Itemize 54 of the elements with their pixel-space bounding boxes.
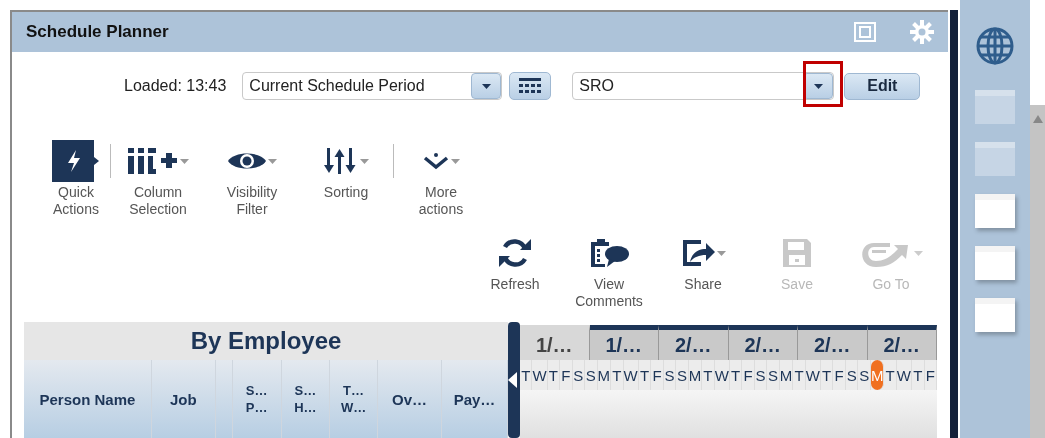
action-button[interactable]: Refresh	[468, 230, 562, 322]
week-header: 1/…	[589, 325, 659, 360]
scrollbar[interactable]	[1030, 105, 1045, 438]
column-header[interactable]: Pay…	[442, 360, 508, 438]
column-header[interactable]: T… W…	[329, 360, 379, 438]
action-button[interactable]: Share	[656, 230, 750, 322]
period-select[interactable]: Current Schedule Period	[242, 72, 503, 100]
caret-icon	[913, 250, 923, 256]
caret-icon	[813, 83, 823, 89]
column-add-icon	[127, 148, 178, 174]
layout-tile[interactable]	[975, 142, 1015, 176]
maximize-icon[interactable]	[854, 22, 876, 42]
toolbar-button[interactable]: Visibility Filter	[205, 138, 299, 218]
clipboard-comment-icon	[589, 238, 629, 268]
column-header[interactable]: Job	[151, 360, 216, 438]
caret-icon	[179, 158, 189, 164]
column-header[interactable]: Person Name	[24, 360, 152, 438]
share-icon	[680, 238, 715, 268]
sort-icon	[323, 148, 358, 174]
layout-tile[interactable]	[975, 90, 1015, 124]
column-header[interactable]: S… H…	[281, 360, 330, 438]
caret-icon	[450, 158, 460, 164]
edit-button[interactable]: Edit	[844, 72, 921, 100]
caret-icon	[481, 83, 491, 89]
globe-icon[interactable]	[975, 26, 1015, 66]
week-header: 2/…	[867, 325, 937, 360]
grid-icon	[519, 78, 542, 94]
caret-icon	[267, 158, 277, 164]
refresh-icon	[498, 238, 532, 268]
column-header[interactable]: S… P…	[232, 360, 282, 438]
lightning-icon	[52, 140, 100, 182]
view-select[interactable]: SRO	[572, 72, 835, 100]
loaded-time: Loaded: 13:43	[124, 77, 227, 95]
caret-icon	[359, 158, 369, 164]
scroll-up-icon[interactable]	[1032, 115, 1043, 123]
caret-icon	[716, 250, 726, 256]
toolbar-button[interactable]: Column Selection	[111, 138, 205, 218]
toolbar-button[interactable]: Sorting	[299, 138, 393, 201]
toolbar-button[interactable]: Quick Actions	[42, 138, 110, 218]
splitter-bar[interactable]	[950, 10, 958, 438]
arrow-left-icon	[508, 372, 517, 388]
grid-title: By Employee	[189, 326, 343, 356]
week-header: 1/…	[520, 325, 590, 360]
week-header: 2/…	[728, 325, 798, 360]
collapse-handle[interactable]	[508, 322, 520, 438]
chevron-down-icon	[422, 152, 449, 170]
week-header: 2/…	[798, 325, 868, 360]
settings-icon[interactable]	[910, 20, 934, 44]
action-button[interactable]: View Comments	[562, 230, 656, 322]
calendar-grid-button[interactable]	[509, 72, 552, 100]
toolbar-button[interactable]: More actions	[394, 138, 488, 218]
week-header: 2/…	[659, 325, 729, 360]
column-header[interactable]: Ov…	[378, 360, 443, 438]
window-title: Schedule Planner	[26, 22, 170, 42]
